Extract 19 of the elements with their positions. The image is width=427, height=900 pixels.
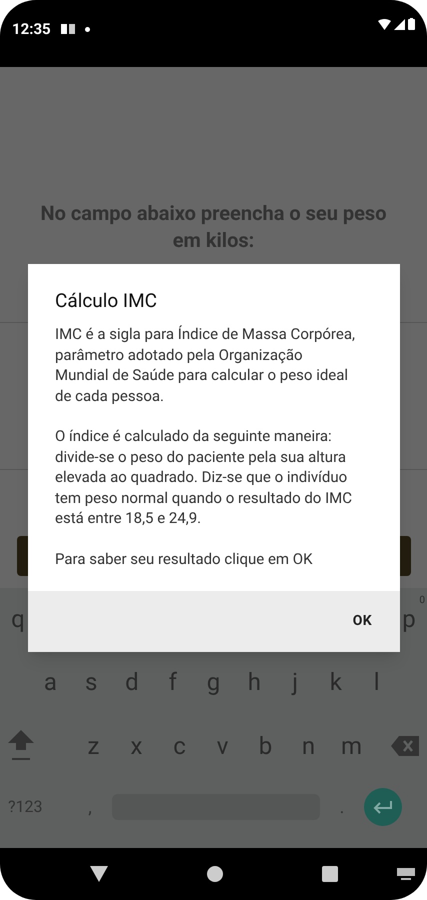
wifi-icon — [378, 18, 391, 30]
signal-icon — [394, 18, 405, 30]
recents-icon[interactable] — [322, 866, 338, 882]
dialog-paragraph: IMC é a sigla para Índice de Massa Corpórea, parâmetro adotado pela Organização Mundial de Saúde para calcular o peso ideal de cada pessoa. — [55, 324, 355, 406]
dot-icon — [84, 26, 90, 32]
dialog-title: Cálculo IMC — [55, 288, 158, 314]
ok-button[interactable]: OK — [352, 611, 372, 632]
back-icon[interactable] — [90, 866, 108, 882]
status-time: 12:35 — [12, 19, 51, 40]
dialog-paragraph: O índice é calculado da seguinte maneira: divide-se o peso do paciente pela sua altura elevada ao quadrado. Diz-se que o indivíduo tem peso normal quando o resultado do IMC está entre 18,5 e 24,9. — [55, 426, 354, 528]
enter-arrow-icon — [373, 800, 393, 814]
keyboard-icon[interactable] — [397, 868, 415, 880]
enter-key[interactable] — [364, 788, 402, 826]
comma-key[interactable]: , — [68, 794, 112, 820]
book-icon — [60, 23, 75, 36]
dialog-paragraph: Para saber seu resultado clique em OK — [55, 548, 314, 569]
period-key[interactable]: . — [320, 794, 364, 820]
battery-icon — [408, 18, 415, 30]
home-icon[interactable] — [206, 866, 222, 882]
